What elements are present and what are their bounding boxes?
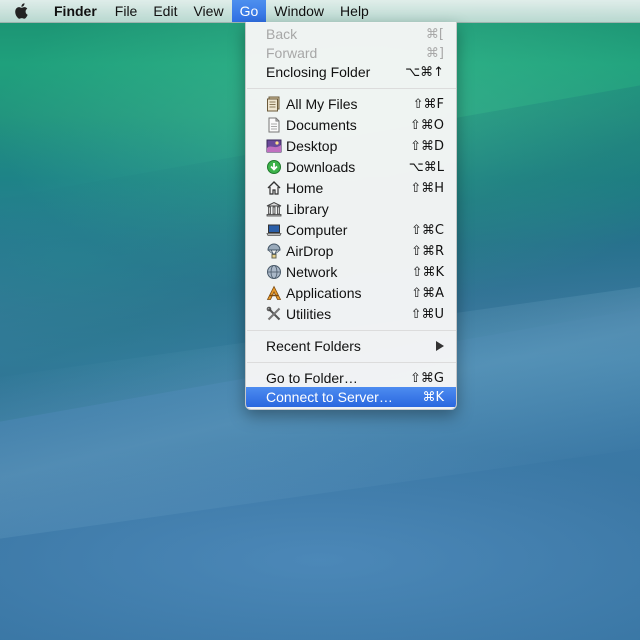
library-icon bbox=[266, 201, 282, 217]
menu-finder[interactable]: Finder bbox=[44, 0, 107, 22]
airdrop-icon bbox=[267, 243, 281, 259]
submenu-arrow-icon bbox=[436, 341, 444, 351]
menu-item-label: Enclosing Folder bbox=[266, 64, 371, 80]
applications-icon bbox=[266, 285, 282, 300]
menu-item-label: Utilities bbox=[286, 306, 332, 322]
menu-edit[interactable]: Edit bbox=[145, 0, 185, 22]
menu-item-label: Forward bbox=[266, 45, 318, 61]
desktop-icon bbox=[266, 139, 282, 153]
menu-item-downloads[interactable]: Downloads ⌥⌘L bbox=[246, 157, 456, 177]
computer-icon bbox=[266, 224, 282, 236]
menu-window[interactable]: Window bbox=[266, 0, 332, 22]
menu-item-shortcut: ⇧⌘O bbox=[409, 117, 444, 133]
apple-menu[interactable] bbox=[0, 0, 44, 22]
menu-item-shortcut: ⌘K bbox=[422, 389, 444, 405]
menu-view[interactable]: View bbox=[185, 0, 231, 22]
menu-item-label: Home bbox=[286, 180, 324, 196]
menu-item-label: AirDrop bbox=[286, 243, 334, 259]
menu-item-shortcut: ⌘] bbox=[425, 45, 444, 61]
menu-item-shortcut: ⇧⌘R bbox=[411, 243, 444, 259]
utilities-icon bbox=[266, 306, 281, 321]
menu-item-home[interactable]: Home ⇧⌘H bbox=[246, 178, 456, 198]
menu-separator bbox=[247, 88, 456, 89]
menu-file[interactable]: File bbox=[107, 0, 146, 22]
menu-item-shortcut: ⌥⌘L bbox=[408, 159, 444, 175]
menu-item-airdrop[interactable]: AirDrop ⇧⌘R bbox=[246, 241, 456, 261]
menu-item-label: Network bbox=[286, 264, 338, 280]
menu-item-connect-to-server[interactable]: Connect to Server… ⌘K bbox=[246, 387, 456, 407]
menu-separator bbox=[247, 362, 456, 363]
menu-item-shortcut: ⇧⌘H bbox=[410, 180, 444, 196]
menu-item-label: Recent Folders bbox=[266, 338, 361, 354]
go-menu-dropdown: Back ⌘[ Forward ⌘] Enclosing Folder ⌥⌘↑ … bbox=[245, 22, 457, 410]
all-my-files-icon bbox=[267, 96, 280, 112]
menu-item-label: Library bbox=[286, 201, 329, 217]
menu-item-all-my-files[interactable]: All My Files ⇧⌘F bbox=[246, 94, 456, 114]
network-icon bbox=[267, 265, 281, 279]
menu-bar: Finder File Edit View Go Window Help bbox=[0, 0, 640, 23]
menu-item-applications[interactable]: Applications ⇧⌘A bbox=[246, 283, 456, 303]
menu-item-label: Connect to Server… bbox=[266, 389, 393, 405]
menu-go[interactable]: Go bbox=[231, 0, 267, 22]
menu-item-shortcut: ⇧⌘A bbox=[411, 285, 444, 301]
menu-item-shortcut: ⇧⌘C bbox=[411, 222, 444, 238]
menu-item-shortcut: ⇧⌘U bbox=[410, 306, 444, 322]
menu-item-recent-folders[interactable]: Recent Folders bbox=[246, 336, 456, 356]
menu-item-desktop[interactable]: Desktop ⇧⌘D bbox=[246, 136, 456, 156]
menu-item-shortcut: ⇧⌘F bbox=[412, 96, 444, 112]
menu-separator bbox=[247, 330, 456, 331]
menu-item-label: Computer bbox=[286, 222, 348, 238]
menu-item-shortcut: ⌘[ bbox=[425, 26, 444, 42]
documents-icon bbox=[268, 117, 280, 133]
menu-item-go-to-folder[interactable]: Go to Folder… ⇧⌘G bbox=[246, 368, 456, 388]
menu-help[interactable]: Help bbox=[332, 0, 377, 22]
menu-item-label: Back bbox=[266, 26, 298, 42]
menu-item-back[interactable]: Back ⌘[ bbox=[246, 24, 456, 44]
menu-item-label: Go to Folder… bbox=[266, 370, 358, 386]
downloads-icon bbox=[267, 160, 281, 174]
menu-item-computer[interactable]: Computer ⇧⌘C bbox=[246, 220, 456, 240]
menu-item-shortcut: ⇧⌘K bbox=[411, 264, 444, 280]
menu-item-library[interactable]: Library bbox=[246, 199, 456, 219]
menu-item-forward[interactable]: Forward ⌘] bbox=[246, 43, 456, 63]
menu-item-label: Desktop bbox=[286, 138, 338, 154]
menu-item-shortcut: ⇧⌘G bbox=[410, 370, 444, 386]
home-icon bbox=[267, 181, 281, 195]
apple-icon bbox=[15, 3, 28, 19]
menu-item-label: Applications bbox=[286, 285, 362, 301]
menu-item-shortcut: ⌥⌘↑ bbox=[405, 64, 444, 80]
menu-item-label: Documents bbox=[286, 117, 357, 133]
menu-item-network[interactable]: Network ⇧⌘K bbox=[246, 262, 456, 282]
menu-item-documents[interactable]: Documents ⇧⌘O bbox=[246, 115, 456, 135]
menu-item-label: Downloads bbox=[286, 159, 356, 175]
menu-item-label: All My Files bbox=[286, 96, 358, 112]
menu-item-utilities[interactable]: Utilities ⇧⌘U bbox=[246, 304, 456, 324]
menu-item-enclosing-folder[interactable]: Enclosing Folder ⌥⌘↑ bbox=[246, 62, 456, 82]
menu-item-shortcut: ⇧⌘D bbox=[410, 138, 444, 154]
